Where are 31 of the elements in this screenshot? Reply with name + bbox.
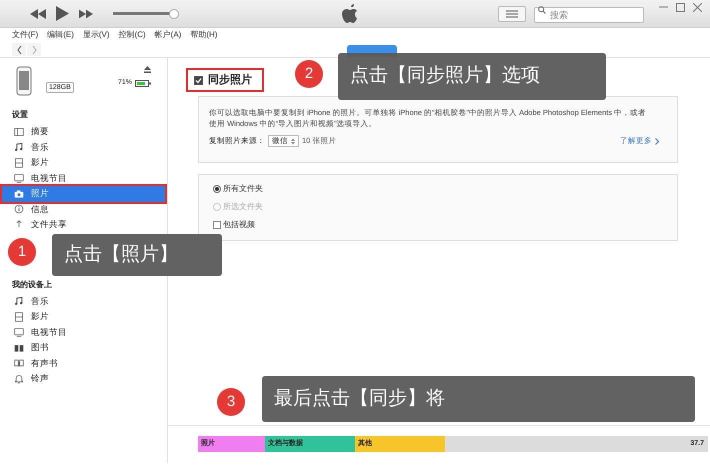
section-heading: 我的设备上 bbox=[11, 278, 53, 290]
sidebar-item[interactable]: 电视节目 bbox=[0, 324, 167, 340]
menu-item[interactable]: 显示(V) bbox=[82, 29, 110, 41]
menu-item[interactable]: 控制(C) bbox=[118, 29, 146, 41]
sidebar-item[interactable]: 信息 bbox=[0, 202, 167, 217]
menu-item[interactable]: 帮助(H) bbox=[190, 29, 218, 41]
menu-item[interactable]: 文件(F) bbox=[12, 29, 38, 41]
sidebar-item[interactable]: 电视节目 bbox=[0, 170, 167, 186]
search-field[interactable]: 搜索 bbox=[534, 6, 644, 22]
menu-item[interactable]: 编辑(E) bbox=[47, 29, 74, 41]
step-number-badge: 1 bbox=[8, 238, 36, 266]
callout-tooltip: 点击【同步照片】选项 bbox=[338, 53, 606, 100]
sidebar-item[interactable]: 文件共享 bbox=[0, 217, 167, 232]
sidebar-item[interactable]: 影片 bbox=[0, 309, 167, 324]
sidebar-item[interactable]: 摘要 bbox=[0, 124, 167, 140]
callout-tooltip: 最后点击【同步】将 bbox=[262, 376, 695, 422]
sidebar-item[interactable]: 照片 bbox=[2, 186, 165, 202]
sidebar-item[interactable]: 有声书 bbox=[0, 356, 167, 371]
sidebar-item[interactable]: 音乐 bbox=[0, 294, 167, 309]
menu-item[interactable]: 帐户(A) bbox=[154, 29, 182, 41]
folder-radio[interactable]: 所有文件夹 bbox=[213, 183, 263, 195]
step-number-badge: 3 bbox=[217, 388, 245, 416]
section-heading: 设置 bbox=[10, 109, 29, 121]
callout-tooltip: 点击【照片】 bbox=[52, 234, 222, 276]
sync-photos-checkbox[interactable]: 同步照片 bbox=[194, 72, 252, 88]
sidebar-item[interactable]: 音乐 bbox=[0, 140, 167, 155]
step-number-badge: 2 bbox=[295, 60, 323, 88]
sidebar-item[interactable]: 图书 bbox=[0, 340, 167, 356]
include-video-checkbox[interactable]: 包括视频 bbox=[213, 219, 255, 231]
sidebar-item[interactable]: 铃声 bbox=[0, 371, 167, 386]
sidebar-item[interactable]: 影片 bbox=[0, 155, 167, 170]
